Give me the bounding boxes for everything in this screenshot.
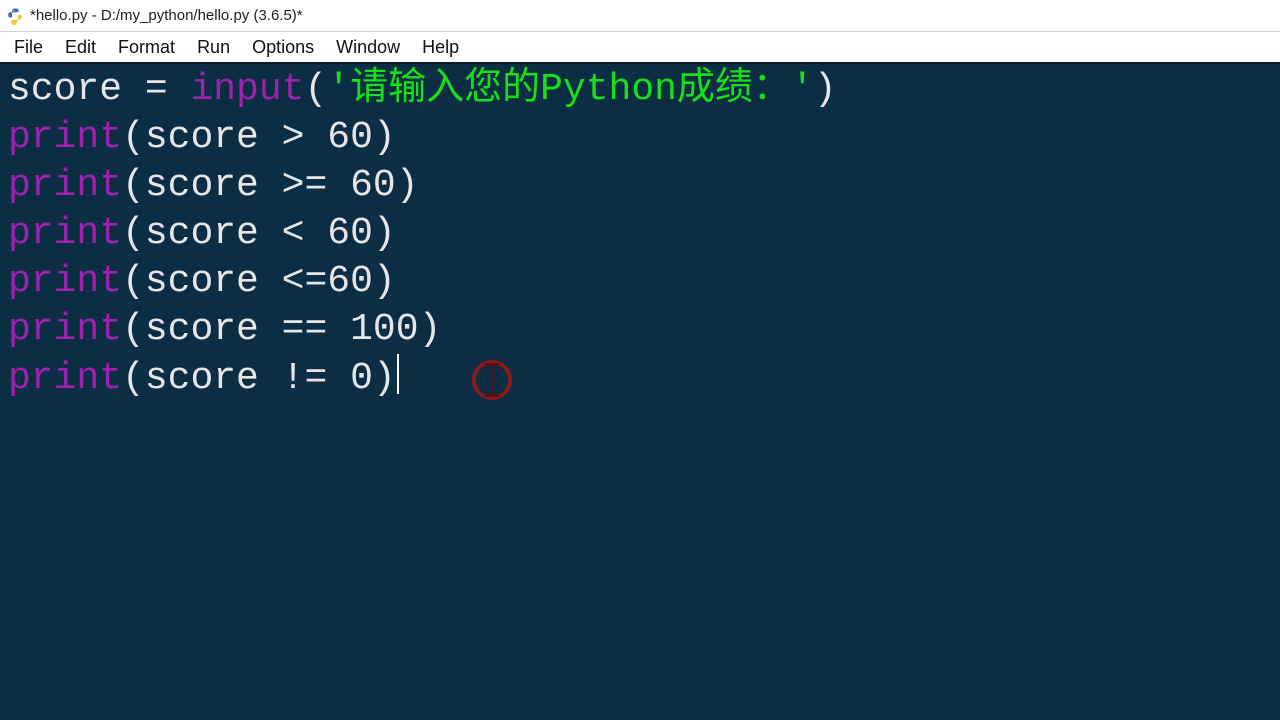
token-op: == xyxy=(259,308,350,351)
token-op: <= xyxy=(259,260,327,303)
menu-file[interactable]: File xyxy=(4,34,53,61)
python-idle-icon xyxy=(6,7,24,25)
token-op: ) xyxy=(419,308,442,351)
token-op: ) xyxy=(373,260,396,303)
token-num: 100 xyxy=(350,308,418,351)
token-num: 60 xyxy=(327,260,373,303)
token-op: ( xyxy=(122,308,145,351)
token-builtin: print xyxy=(8,357,122,400)
code-line: print(score == 100) xyxy=(8,306,1272,354)
code-line: print(score <=60) xyxy=(8,258,1272,306)
token-num: 60 xyxy=(350,164,396,207)
token-name: score xyxy=(145,357,259,400)
code-content: score = input('请输入您的Python成绩：')print(sco… xyxy=(8,66,1272,403)
token-name: score xyxy=(145,260,259,303)
token-op: = xyxy=(122,68,190,111)
token-op: ( xyxy=(122,164,145,207)
token-op: != xyxy=(259,357,350,400)
token-op: ( xyxy=(122,260,145,303)
token-op: >= xyxy=(259,164,350,207)
token-builtin: print xyxy=(8,116,122,159)
menu-format[interactable]: Format xyxy=(108,34,185,61)
token-op: ( xyxy=(122,116,145,159)
code-line: print(score < 60) xyxy=(8,210,1272,258)
token-op: ( xyxy=(122,212,145,255)
token-str: '请输入您的Python成绩：' xyxy=(327,68,813,111)
token-op: ) xyxy=(373,212,396,255)
window-title: *hello.py - D:/my_python/hello.py (3.6.5… xyxy=(30,7,303,24)
code-editor[interactable]: score = input('请输入您的Python成绩：')print(sco… xyxy=(0,64,1280,720)
titlebar: *hello.py - D:/my_python/hello.py (3.6.5… xyxy=(0,0,1280,32)
token-builtin: print xyxy=(8,260,122,303)
menu-options[interactable]: Options xyxy=(242,34,324,61)
token-name: score xyxy=(8,68,122,111)
token-op: ( xyxy=(304,68,327,111)
token-num: 0 xyxy=(350,357,373,400)
code-line: print(score > 60) xyxy=(8,114,1272,162)
menubar: File Edit Format Run Options Window Help xyxy=(0,32,1280,64)
token-op: ) xyxy=(814,68,837,111)
token-num: 60 xyxy=(327,116,373,159)
token-op: ) xyxy=(396,164,419,207)
token-builtin: print xyxy=(8,308,122,351)
menu-window[interactable]: Window xyxy=(326,34,410,61)
token-name: score xyxy=(145,308,259,351)
menu-help[interactable]: Help xyxy=(412,34,469,61)
token-op: < xyxy=(259,212,327,255)
token-builtin: print xyxy=(8,164,122,207)
code-line: score = input('请输入您的Python成绩：') xyxy=(8,66,1272,114)
token-name: score xyxy=(145,164,259,207)
token-op: ) xyxy=(373,116,396,159)
token-op: ( xyxy=(122,357,145,400)
token-num: 60 xyxy=(327,212,373,255)
token-op: ) xyxy=(373,357,396,400)
code-line: print(score >= 60) xyxy=(8,162,1272,210)
token-name: score xyxy=(145,116,259,159)
token-builtin: print xyxy=(8,212,122,255)
code-line: print(score != 0) xyxy=(8,354,1272,403)
token-op: > xyxy=(259,116,327,159)
token-name: score xyxy=(145,212,259,255)
menu-run[interactable]: Run xyxy=(187,34,240,61)
menu-edit[interactable]: Edit xyxy=(55,34,106,61)
text-caret xyxy=(397,354,399,394)
token-builtin: input xyxy=(190,68,304,111)
